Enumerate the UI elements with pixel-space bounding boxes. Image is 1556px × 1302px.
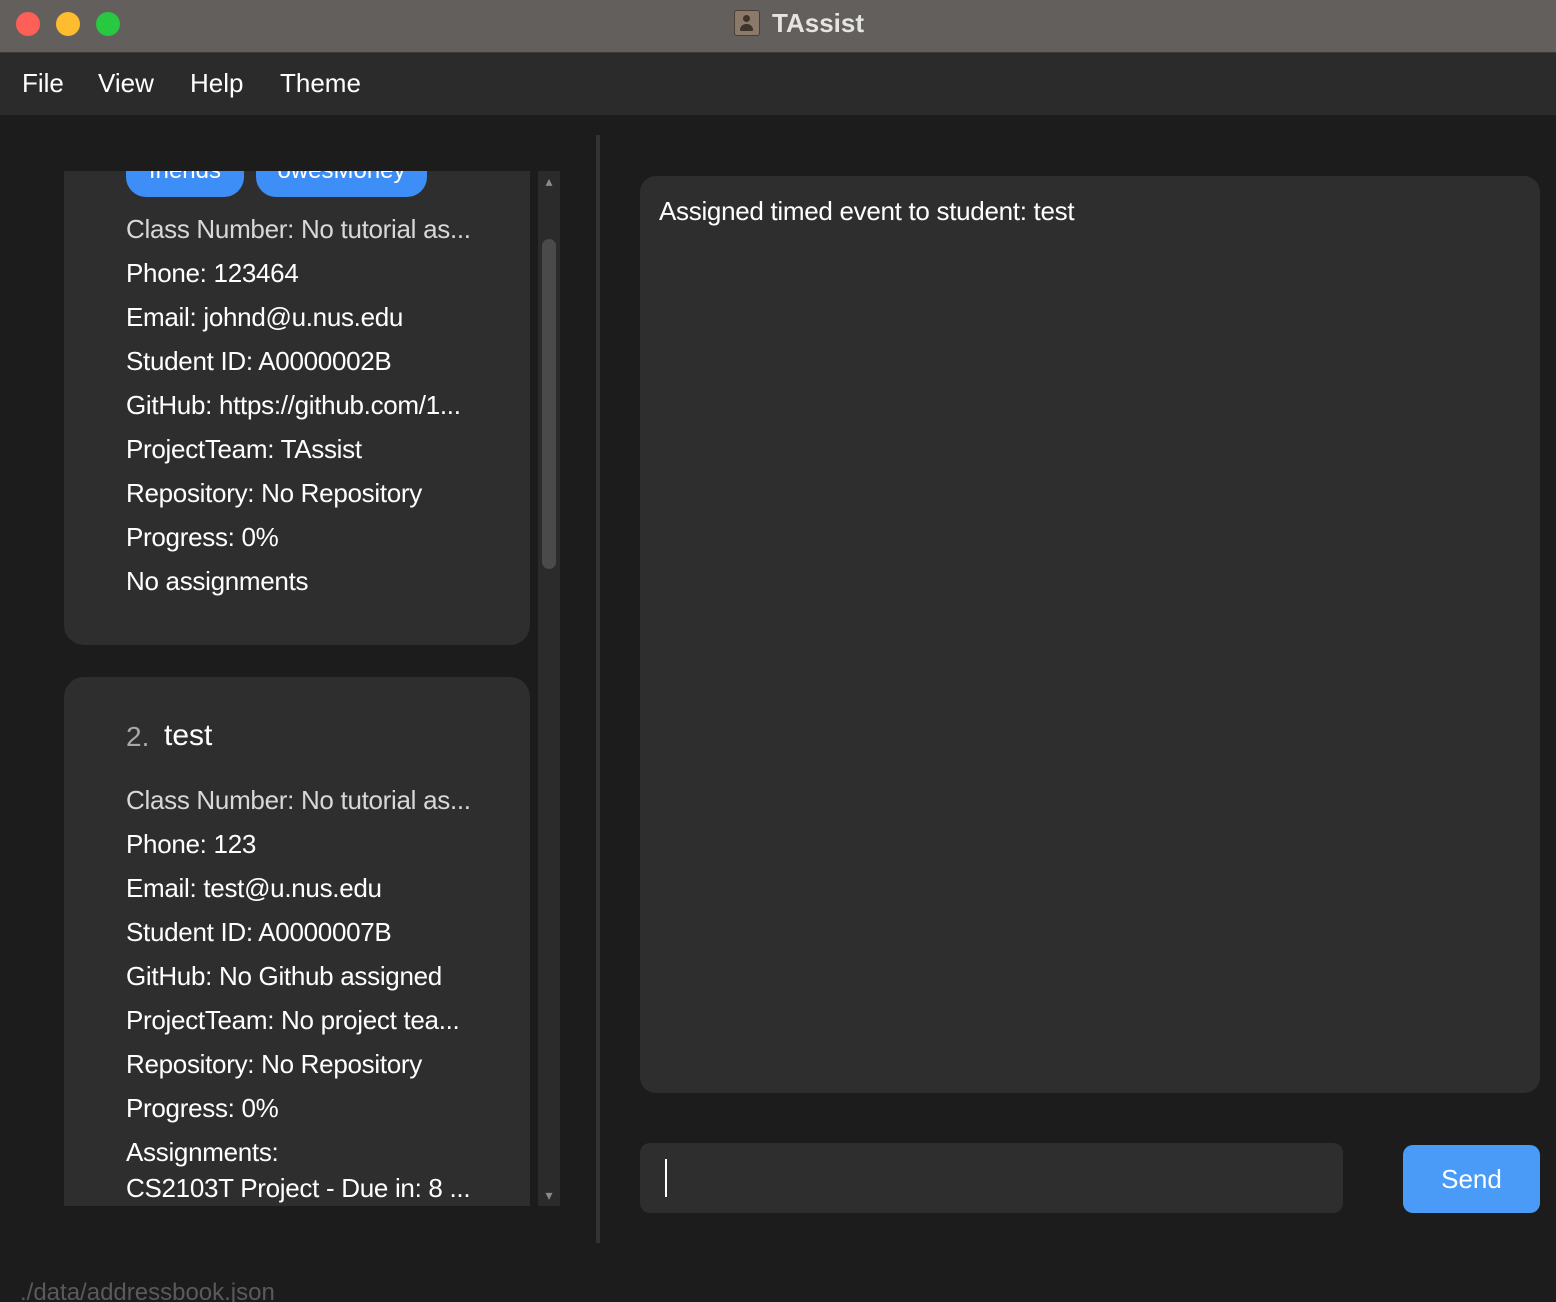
student-assignment-item: CS2103T Project - Due in: 8 ... [126, 1173, 471, 1203]
student-phone: Phone: 123464 [126, 258, 299, 288]
command-input[interactable] [640, 1143, 1343, 1213]
student-list[interactable]: friends owesMoney Class Number: No tutor… [64, 171, 530, 1206]
window-title: TAssist [772, 7, 864, 38]
student-id: Student ID: A0000002B [126, 346, 392, 376]
student-index: 2. [126, 721, 150, 752]
student-email: Email: test@u.nus.edu [126, 873, 382, 903]
app-window: TAssist File View Help Theme friends owe… [0, 0, 1556, 1302]
list-scrollbar[interactable]: ▴ ▾ [538, 171, 560, 1206]
contacts-app-icon [734, 10, 760, 36]
student-class-number: Class Number: No tutorial as... [126, 214, 471, 244]
scroll-down-arrow-icon[interactable]: ▾ [538, 1187, 560, 1204]
menu-bar: File View Help Theme [0, 53, 1556, 115]
student-progress: Progress: 0% [126, 1093, 279, 1123]
minimize-window-button[interactable] [56, 12, 80, 36]
student-id: Student ID: A0000007B [126, 917, 392, 947]
student-assignments-label: Assignments: [126, 1137, 279, 1167]
student-project-team: ProjectTeam: TAssist [126, 434, 362, 464]
scroll-up-arrow-icon[interactable]: ▴ [538, 173, 560, 190]
tag-friends: friends [126, 171, 244, 197]
student-card[interactable]: 2. test Class Number: No tutorial as... … [64, 677, 530, 1206]
send-button[interactable]: Send [1403, 1145, 1540, 1213]
window-title-group: TAssist [734, 8, 864, 38]
student-progress: Progress: 0% [126, 522, 279, 552]
close-window-button[interactable] [16, 12, 40, 36]
result-message: Assigned timed event to student: test [659, 196, 1075, 226]
student-github: GitHub: https://github.com/1... [126, 390, 461, 420]
maximize-window-button[interactable] [96, 12, 120, 36]
student-project-team: ProjectTeam: No project tea... [126, 1005, 460, 1035]
menu-theme[interactable]: Theme [280, 68, 361, 99]
menu-help[interactable]: Help [190, 68, 243, 99]
student-repository: Repository: No Repository [126, 478, 422, 508]
title-bar: TAssist [0, 0, 1556, 53]
student-repository: Repository: No Repository [126, 1049, 422, 1079]
scroll-thumb[interactable] [542, 239, 556, 569]
student-github: GitHub: No Github assigned [126, 961, 442, 991]
tag-owes-money: owesMoney [256, 171, 427, 197]
student-phone: Phone: 123 [126, 829, 257, 859]
student-assignments: No assignments [126, 566, 309, 596]
menu-file[interactable]: File [22, 68, 64, 99]
student-email: Email: johnd@u.nus.edu [126, 302, 404, 332]
result-display: Assigned timed event to student: test [640, 176, 1540, 1093]
status-file-path: ./data/addressbook.json [20, 1279, 275, 1302]
student-class-number: Class Number: No tutorial as... [126, 785, 471, 815]
split-pane-divider[interactable] [596, 135, 600, 1243]
text-caret [665, 1159, 667, 1197]
student-card[interactable]: friends owesMoney Class Number: No tutor… [64, 171, 530, 645]
student-name: test [164, 719, 213, 752]
menu-view[interactable]: View [98, 68, 154, 99]
